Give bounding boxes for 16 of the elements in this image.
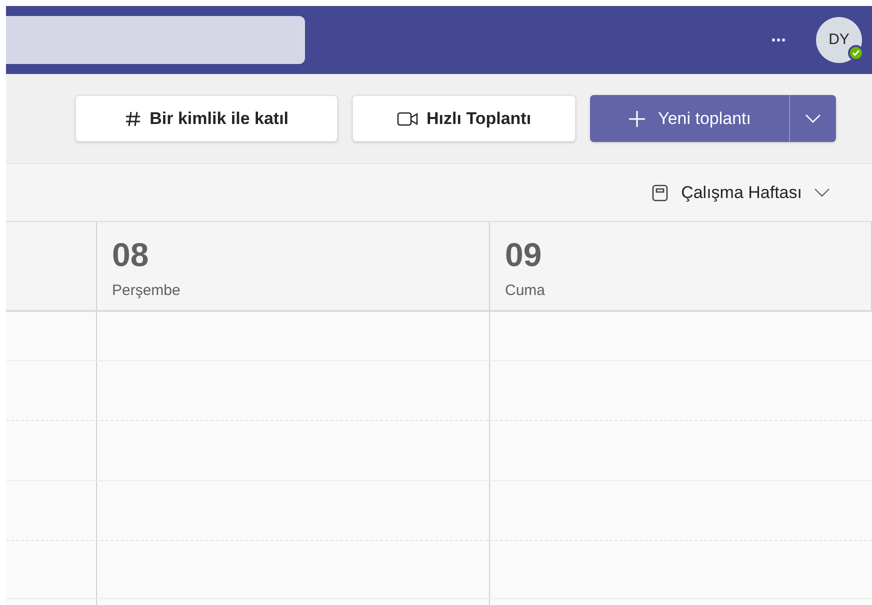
- plus-icon: [628, 110, 646, 128]
- day-name: Perşembe: [112, 281, 182, 301]
- avatar[interactable]: DY: [816, 17, 862, 63]
- chevron-down-icon: [814, 188, 830, 197]
- day-number: 09: [505, 236, 543, 274]
- day-name: Cuma: [505, 281, 546, 301]
- meet-now-button[interactable]: Hızlı Toplantı: [352, 95, 576, 142]
- chevron-down-icon: [805, 114, 821, 123]
- hash-icon: [124, 110, 142, 128]
- day-number: 08: [112, 236, 150, 274]
- view-selector[interactable]: Çalışma Haftası: [651, 180, 830, 206]
- search-field[interactable]: [6, 16, 305, 64]
- more-options-button[interactable]: ···: [771, 26, 786, 54]
- calendar-view-icon: [651, 184, 670, 202]
- join-with-id-button[interactable]: Bir kimlik ile katıl: [74, 95, 338, 142]
- video-camera-icon: [396, 110, 419, 126]
